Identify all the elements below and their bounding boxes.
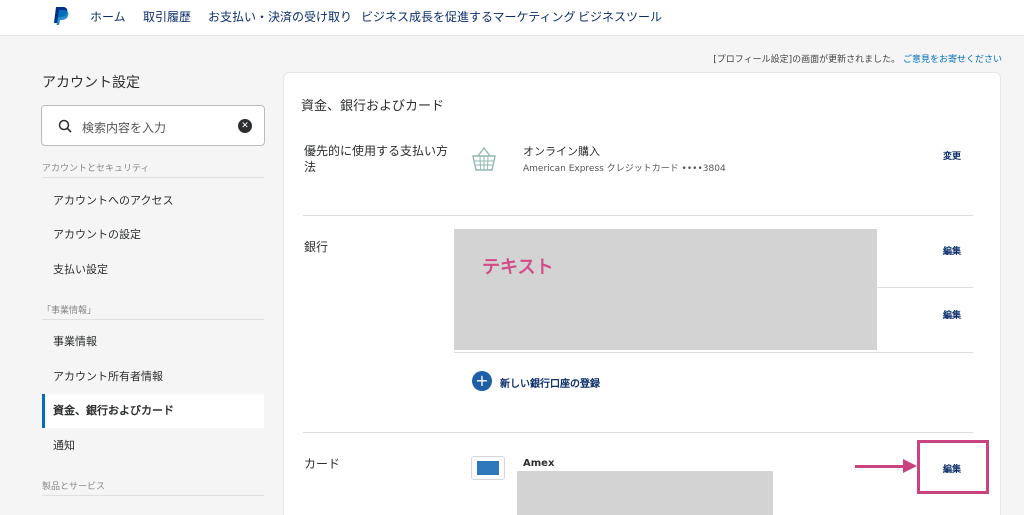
funds-panel: 資金、銀行およびカード 優先的に使用する支払い方法 オンライン購入 Americ… — [283, 72, 1001, 515]
preferred-payment-label: 優先的に使用する支払い方法 — [304, 144, 449, 174]
sidebar-item-account-owner[interactable]: アカウント所有者情報 — [42, 360, 264, 394]
payment-method-title: オンライン購入 — [523, 145, 600, 158]
amex-card-icon — [471, 456, 505, 480]
search-input[interactable]: 検索内容を入力 — [82, 119, 166, 136]
change-link[interactable]: 変更 — [943, 149, 961, 162]
divider — [454, 352, 973, 353]
nav-marketing[interactable]: ビジネス成長を促進するマーケティング — [361, 8, 576, 25]
update-notice-text: [プロフィール設定]の画面が更新されました。 — [713, 55, 901, 65]
redaction-box: テキスト — [454, 229, 877, 350]
nav-home[interactable]: ホーム — [90, 8, 126, 25]
sidebar-item-payment-settings[interactable]: 支払い設定 — [42, 253, 264, 287]
bank-edit-button-1[interactable]: 編集 — [943, 244, 961, 257]
section-heading-security: アカウントとセキュリティ — [42, 164, 150, 174]
sidebar-item-funds-banks-cards[interactable]: 資金、銀行およびカード — [42, 394, 264, 428]
arrow-annotation-icon — [855, 465, 905, 468]
sidebar-item-account-access[interactable]: アカウントへのアクセス — [42, 184, 264, 218]
card-name: Amex — [523, 458, 555, 469]
nav-business-tools[interactable]: ビジネスツール — [578, 8, 662, 25]
arrow-head — [903, 459, 917, 473]
payment-method-detail: American Express クレジットカード ••••3804 — [523, 164, 726, 174]
divider — [303, 215, 973, 216]
add-bank-account-link[interactable]: 新しい銀行口座の登録 — [500, 375, 600, 390]
overlay-text: テキスト — [482, 257, 554, 278]
bank-label: 銀行 — [304, 240, 329, 254]
section-heading-products: 製品とサービス — [42, 482, 106, 492]
feedback-link[interactable]: ご意見をお寄せください — [903, 55, 1002, 65]
redaction-box — [517, 471, 773, 515]
nav-activity[interactable]: 取引履歴 — [143, 8, 191, 25]
sidebar-item-business-info[interactable]: 事業情報 — [42, 325, 264, 359]
divider — [303, 432, 973, 433]
sidebar-title: アカウント設定 — [42, 75, 140, 91]
bank-edit-button-2[interactable]: 編集 — [943, 308, 961, 321]
update-notice: [プロフィール設定]の画面が更新されました。 ご意見をお寄せください — [713, 52, 1002, 65]
plus-icon[interactable]: + — [472, 371, 492, 391]
nav-payments[interactable]: お支払い・決済の受け取り — [208, 8, 352, 25]
paypal-logo-icon[interactable] — [53, 6, 69, 26]
card-label: カード — [304, 457, 341, 471]
sidebar-item-account-settings[interactable]: アカウントの設定 — [42, 218, 264, 252]
highlight-box — [917, 440, 989, 494]
divider — [42, 177, 264, 178]
divider — [42, 495, 264, 496]
settings-search[interactable]: 検索内容を入力 ✕ — [41, 105, 265, 146]
page-title: 資金、銀行およびカード — [301, 99, 445, 114]
basket-icon — [472, 146, 496, 171]
sidebar-item-notifications[interactable]: 通知 — [42, 429, 264, 463]
section-heading-business: 「事業情報」 — [42, 306, 97, 316]
clear-icon[interactable]: ✕ — [238, 119, 252, 133]
search-icon — [58, 119, 72, 133]
top-nav: ホーム 取引履歴 お支払い・決済の受け取り ビジネス成長を促進するマーケティング… — [0, 0, 1024, 36]
divider — [42, 319, 264, 320]
